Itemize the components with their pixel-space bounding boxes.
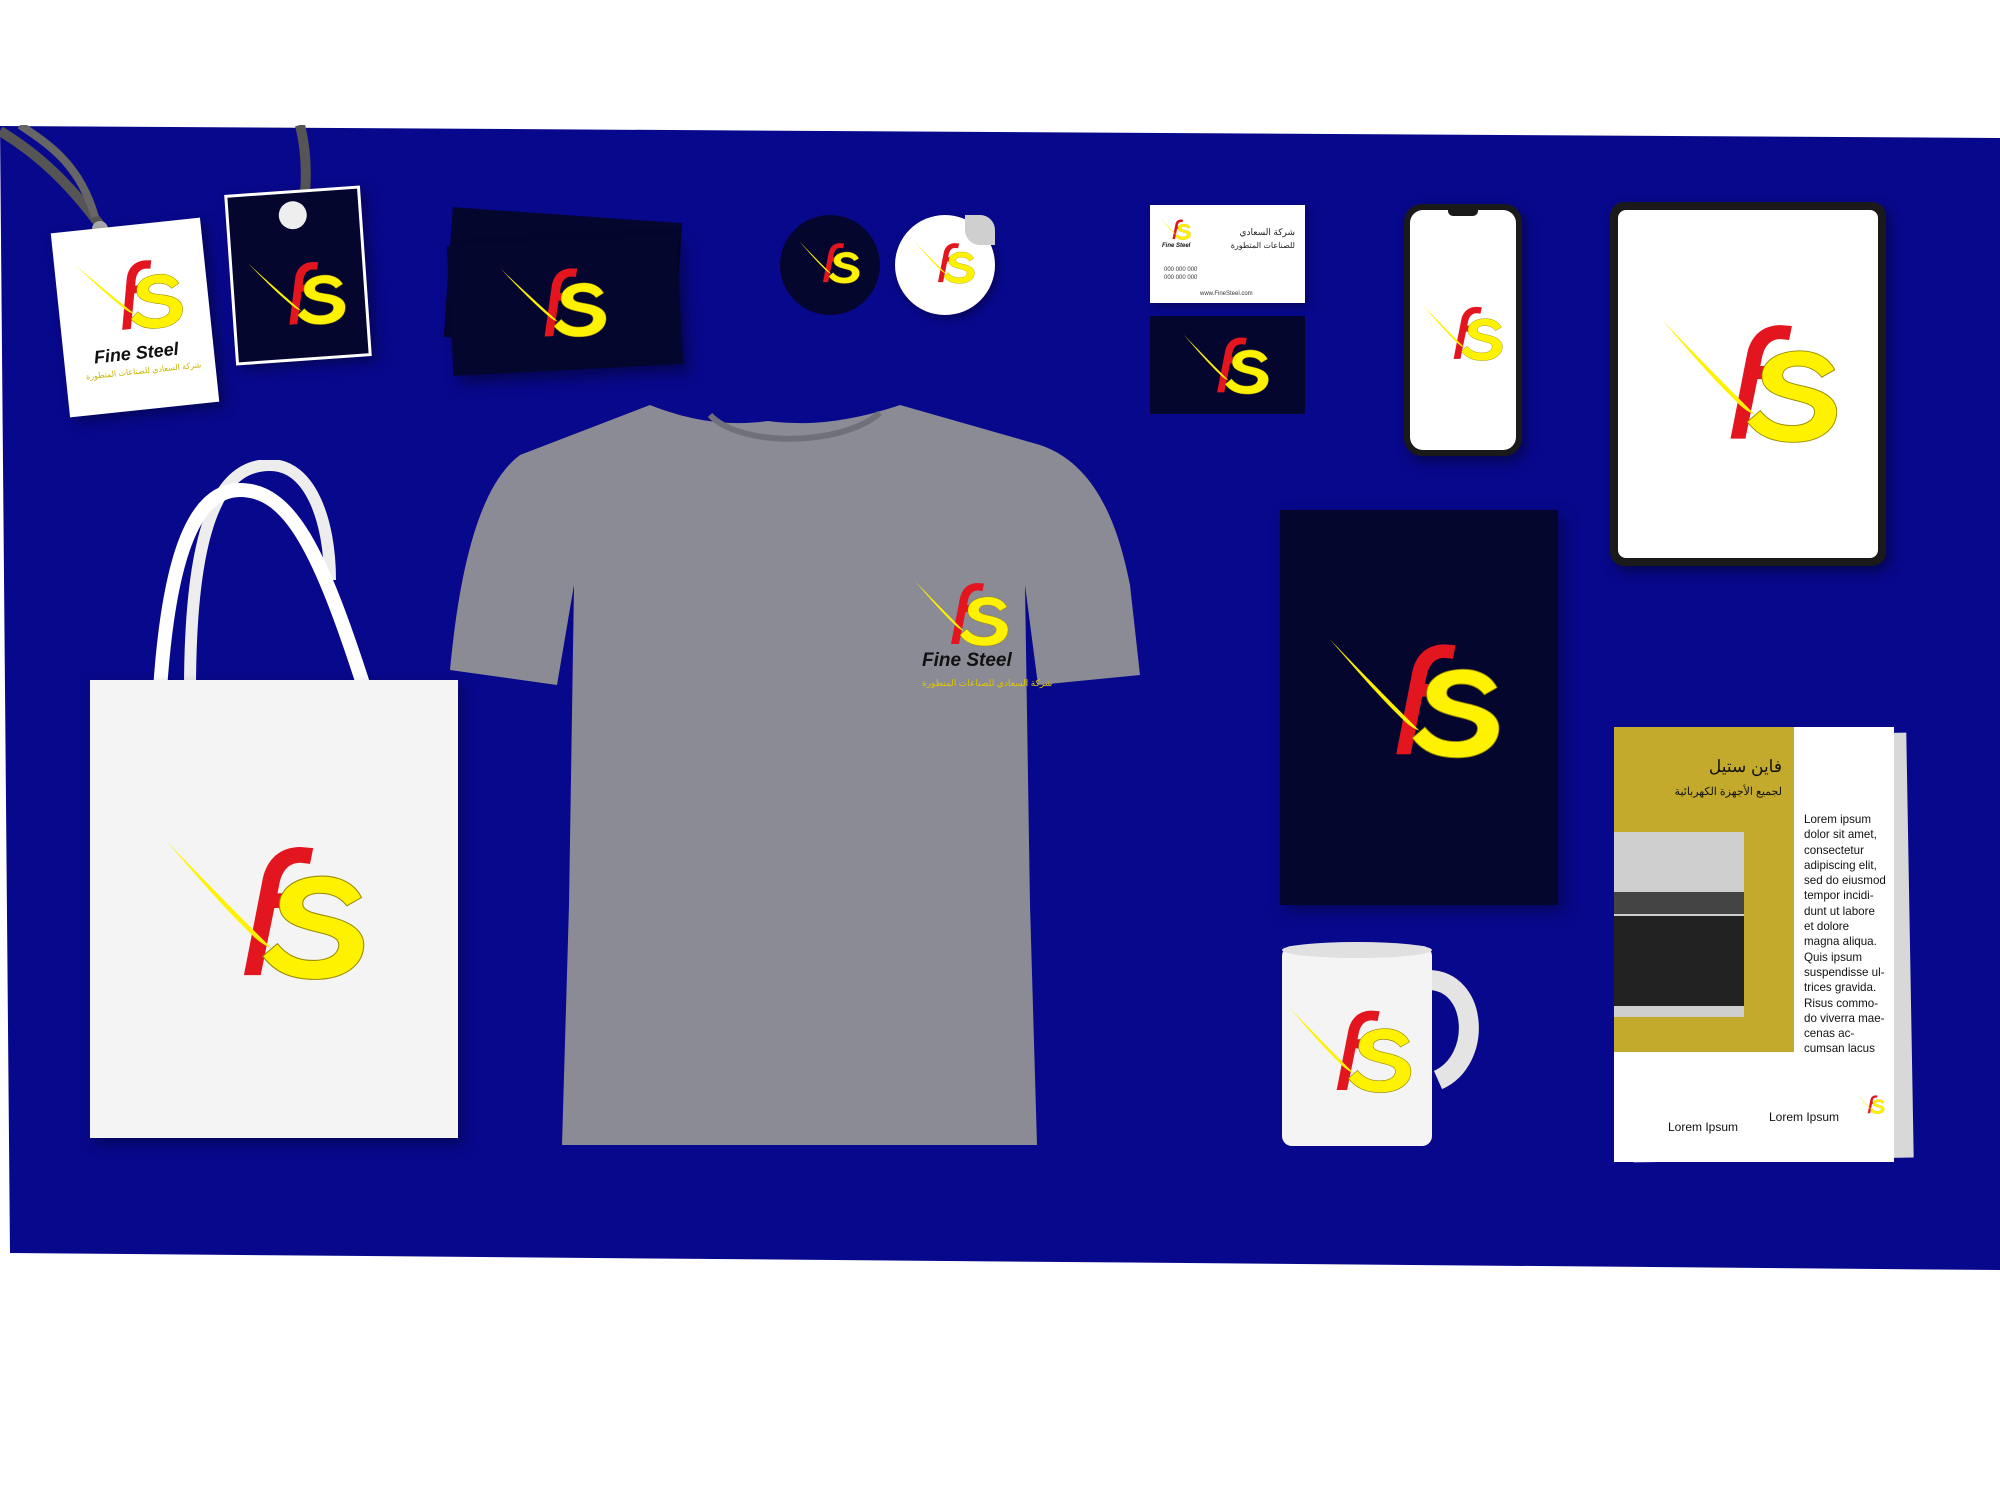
fs-logo-icon [162, 830, 372, 988]
flyer-body-line: suspendisse ul- [1804, 965, 1885, 979]
flyer-body-line: cumsan lacus [1804, 1042, 1875, 1056]
tablet-screen [1618, 210, 1878, 558]
flyer-body-line: tempor incidi- [1804, 889, 1874, 903]
sticker-white [895, 215, 995, 315]
flyer-body-line: et dolore [1804, 920, 1850, 934]
tote-handles [153, 460, 372, 693]
id-card-white: Fine Steel شركة السعادي للصناعات المتطور… [50, 217, 220, 418]
fs-logo-icon [912, 575, 1012, 650]
flyer-body-line: sed do eiusmod [1804, 874, 1886, 888]
fs-logo-icon [498, 258, 612, 346]
business-card-phone-2: 000 000 000 [1164, 275, 1198, 281]
phone-notch [1448, 210, 1478, 216]
flyer-body-line: Risus commo- [1804, 996, 1879, 1010]
phone-mockup [1404, 204, 1522, 456]
flyer-body-line: dolor sit amet, [1804, 828, 1877, 842]
flyer-body-line: trices gravida. [1804, 981, 1877, 995]
flyer-body-line: dunt ut labore [1804, 904, 1875, 918]
business-card-website: www.FineSteel.com [1200, 291, 1253, 297]
fs-logo-icon [1420, 300, 1506, 364]
flyer-body-line: cenas ac- [1804, 1027, 1855, 1041]
flyer-arabic-subtitle: لجميع الأجهزة الكهربائية [1674, 786, 1782, 798]
oven-door [1614, 916, 1744, 1006]
flyer-body-line: adipiscing elit, [1804, 858, 1877, 872]
sticker-peel [965, 215, 995, 245]
business-card-white: Fine Steel شركة السعادي للصناعات المتطور… [1150, 205, 1305, 303]
id-card-navy [224, 185, 372, 366]
flyer-footer-right: Lorem Ipsum [1769, 1110, 1840, 1124]
tablet-mockup [1610, 202, 1886, 566]
navy-poster [1280, 510, 1558, 905]
fs-logo-icon [1658, 310, 1844, 450]
phone-screen [1410, 210, 1516, 450]
oven-icon [1614, 832, 1744, 1017]
flyer-arabic-title: فاين ستيل [1708, 757, 1782, 776]
flyer-body: Lorem ipsum dolor sit amet, consectetur … [1804, 812, 1894, 1057]
flyer-footer-left: Lorem Ipsum [1668, 1120, 1739, 1134]
flyer-body-line: Lorem ipsum [1804, 813, 1872, 826]
shirt-tagline: شركة السعادي للصناعات المتطورة [922, 678, 1053, 688]
flyer-body-line: magna aliqua. [1804, 935, 1877, 949]
flyer-body-line: do viverra mae- [1804, 1011, 1885, 1025]
card-hole [277, 200, 308, 231]
fs-logo-icon [798, 237, 862, 287]
fs-logo-icon [1286, 1000, 1416, 1098]
flyer: فاين ستيل لجميع الأجهزة الكهربائية Lorem… [1614, 727, 1894, 1162]
oven-cooktop [1614, 892, 1744, 914]
fs-logo-icon [72, 248, 190, 341]
sticker-navy [780, 215, 880, 315]
t-shirt [450, 405, 1140, 1145]
branding-mockup-scene: Fine Steel شركة السعادي للصناعات المتطور… [0, 0, 2000, 1500]
fs-logo-icon [1326, 630, 1506, 765]
fs-logo-icon [246, 252, 351, 334]
fs-logo-icon [1160, 217, 1192, 241]
card-stack-front [446, 234, 684, 376]
business-card-arabic-1: شركة السعادي [1239, 227, 1295, 237]
shirt-brand-name: Fine Steel [922, 650, 1012, 671]
flyer-body-line: Quis ipsum [1804, 950, 1862, 964]
business-card-brand: Fine Steel [1162, 243, 1191, 249]
tote-bag [90, 680, 458, 1138]
business-card-arabic-2: للصناعات المتطورة [1230, 241, 1295, 250]
flyer-body-line: consectetur [1804, 843, 1864, 857]
business-card-phone-1: 000 000 000 [1164, 267, 1198, 273]
fs-logo-icon [1856, 1093, 1886, 1115]
fs-logo-icon [913, 237, 977, 287]
